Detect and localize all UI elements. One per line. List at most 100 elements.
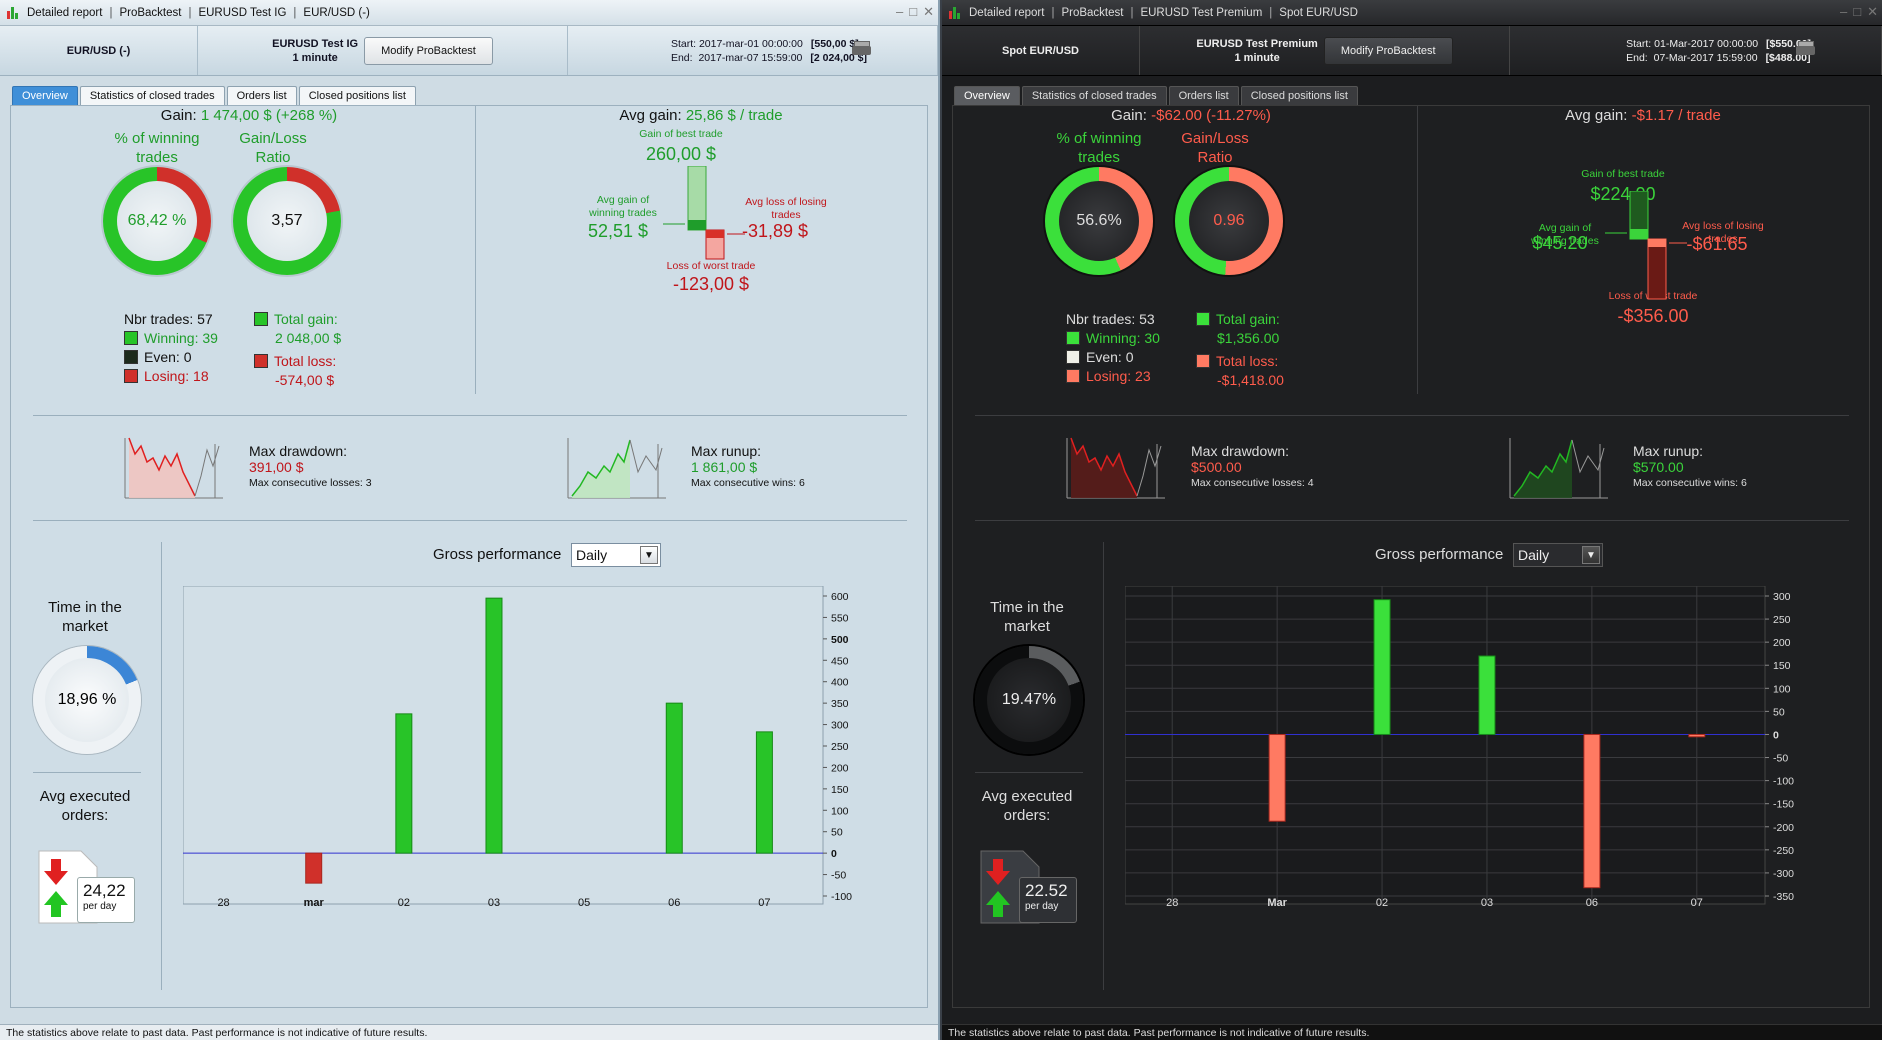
winning-count: Winning: 30: [1066, 329, 1160, 348]
total-gain-label: Total gain:: [1216, 311, 1280, 327]
start-label: Start:: [1626, 37, 1652, 50]
y-tick-label: 200: [1773, 637, 1791, 649]
time-market-value: 19.47%: [987, 658, 1071, 742]
gain-label: Gain:: [1111, 107, 1147, 124]
total-loss: Total loss: -$1,418.00: [1196, 352, 1284, 390]
divider: [975, 772, 1083, 773]
modify-probacktest-button[interactable]: Modify ProBacktest: [364, 36, 493, 65]
x-tick-label: 07: [758, 897, 770, 908]
report-header: Spot EUR/USD EURUSD Test Premium 1 minute…: [942, 26, 1882, 76]
printer-icon[interactable]: [1796, 41, 1816, 55]
y-tick-label: 550: [831, 612, 849, 624]
tab-statistics[interactable]: Statistics of closed trades: [79, 86, 225, 105]
even-count: Even: 0: [1066, 348, 1160, 367]
y-tick-label: 500: [831, 634, 849, 646]
x-tick-label: 06: [668, 897, 680, 908]
y-tick-label: 150: [1773, 660, 1791, 672]
close-icon[interactable]: ✕: [1867, 4, 1878, 20]
gross-performance-label: Gross performance: [433, 546, 562, 563]
report-window-right: Detailed report | ProBacktest | EURUSD Tes…: [942, 0, 1882, 1040]
gain-loss-legend: Total gain: 2 048,00 $ Total loss: -574,00…: [254, 310, 341, 390]
y-tick-label: -350: [1773, 891, 1794, 903]
tab-statistics[interactable]: Statistics of closed trades: [1021, 86, 1167, 105]
pct-winning-label: % of winning trades: [1056, 130, 1142, 166]
close-icon[interactable]: ✕: [923, 4, 934, 20]
drawdown-sparkline: [124, 437, 223, 499]
total-gain-swatch: [1196, 312, 1210, 326]
losing-text: Losing: 23: [1086, 368, 1151, 384]
time-market-value: 18,96 %: [45, 658, 129, 742]
tab-orders-list[interactable]: Orders list: [1168, 86, 1239, 105]
gain-loss-ratio-value: 0.96: [1189, 181, 1269, 261]
runup-area: [1514, 440, 1572, 498]
tab-overview[interactable]: Overview: [12, 86, 78, 105]
bar: [1268, 733, 1286, 822]
divider: [33, 772, 141, 773]
app-logo-icon: [948, 6, 962, 20]
max-runup: Max runup: $570.00 Max consecutive wins:…: [1633, 443, 1747, 491]
chevron-down-icon[interactable]: ▼: [1582, 546, 1600, 564]
test-info: EURUSD Test Premium 1 minute Modify ProBa…: [1140, 26, 1510, 75]
y-tick-label: 50: [831, 827, 843, 839]
tab-closed-positions[interactable]: Closed positions list: [1240, 86, 1358, 105]
x-tick-label: 03: [488, 897, 500, 908]
avg-loss-bar: [1648, 239, 1666, 247]
instrument-name: Spot EUR/USD: [942, 26, 1140, 75]
x-tick-label: 07: [1691, 897, 1703, 908]
modify-probacktest-button[interactable]: Modify ProBacktest: [1323, 36, 1453, 65]
end-date: 07-Mar-2017 15:59:00: [1653, 51, 1758, 64]
maximize-icon[interactable]: □: [1853, 4, 1861, 20]
total-loss-swatch: [1196, 354, 1210, 368]
tab-orders-list[interactable]: Orders list: [226, 86, 297, 105]
divider: [33, 520, 907, 521]
y-tick-label: 600: [831, 591, 849, 603]
printer-icon[interactable]: [852, 41, 872, 55]
avg-win-value: 52,51 $: [587, 221, 649, 241]
gain-loss-ratio-label: Gain/Loss Ratio: [239, 130, 307, 166]
avg-win-value: $45.20: [1532, 233, 1588, 253]
max-runup-value: $570.00: [1633, 459, 1684, 475]
minimize-icon[interactable]: –: [1840, 4, 1847, 20]
report-header: EUR/USD (-) EURUSD Test IG 1 minute Modif…: [0, 26, 938, 76]
winning-swatch: [1066, 331, 1080, 345]
title-module: ProBacktest: [1061, 6, 1124, 19]
y-tick-label: 100: [831, 805, 849, 817]
test-info: EURUSD Test IG 1 minute Modify ProBacktes…: [198, 26, 568, 75]
gross-performance-label: Gross performance: [1375, 546, 1504, 563]
pct-winning-value: 56.6%: [1059, 181, 1139, 261]
even-swatch: [124, 350, 138, 364]
avg-gain-value: 25,86 $ / trade: [685, 107, 783, 124]
period-select[interactable]: Daily ▼: [1513, 543, 1603, 567]
x-tick-label: 05: [578, 897, 590, 908]
best-trade-value: 260,00 $: [645, 144, 717, 164]
y-tick-label: -300: [1773, 868, 1794, 880]
title-module: ProBacktest: [119, 6, 182, 19]
trades-legend: Nbr trades: 57 Winning: 39 Even: 0 Losin…: [124, 310, 218, 386]
plot-area: [1125, 586, 1766, 905]
minimize-icon[interactable]: –: [896, 4, 903, 20]
end-label: End:: [670, 51, 693, 64]
date-range: Start: 01-Mar-2017 00:00:00 [$550.00] End…: [1510, 26, 1882, 75]
period-select-value: Daily: [576, 547, 608, 563]
y-tick-label: 300: [831, 720, 849, 732]
worst-trade-value: -123,00 $: [672, 274, 750, 294]
avg-orders-unit: per day: [1025, 901, 1059, 912]
best-trade-label: Gain of best trade: [1581, 168, 1665, 180]
x-tick-label: 02: [398, 897, 410, 908]
x-tick-label: 06: [1586, 897, 1598, 908]
maximize-icon[interactable]: □: [909, 4, 917, 20]
y-tick-label: 400: [831, 677, 849, 689]
avg-gain-label: Avg gain:: [1565, 107, 1628, 124]
tab-overview[interactable]: Overview: [954, 86, 1020, 105]
avg-win-bar: [1630, 229, 1648, 239]
divider: [161, 542, 162, 990]
y-tick-label: 450: [831, 655, 849, 667]
y-tick-label: -100: [831, 891, 852, 903]
tab-closed-positions[interactable]: Closed positions list: [298, 86, 416, 105]
divider: [475, 106, 476, 394]
worst-trade-label: Loss of worst trade: [666, 260, 756, 272]
end-label: End:: [1626, 51, 1648, 64]
chevron-down-icon[interactable]: ▼: [640, 546, 658, 564]
period-select[interactable]: Daily ▼: [571, 543, 661, 567]
max-runup: Max runup: 1 861,00 $ Max consecutive wi…: [691, 443, 805, 491]
